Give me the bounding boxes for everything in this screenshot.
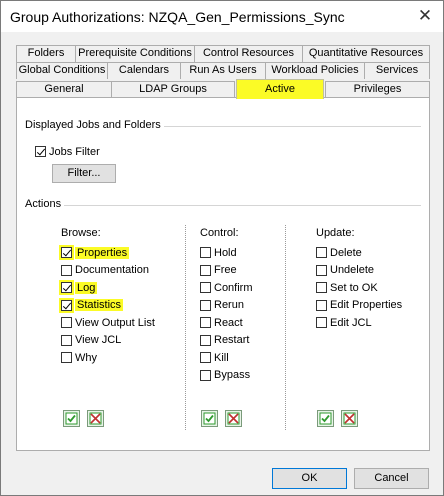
checkbox-icon[interactable]: [61, 317, 72, 328]
checkbox-icon[interactable]: [59, 245, 74, 260]
update-item-label: Set to OK: [330, 281, 378, 294]
checkbox-icon[interactable]: [200, 299, 211, 311]
jobs-filter-label: Jobs Filter: [49, 145, 100, 158]
control-item-label: Confirm: [214, 281, 253, 294]
tab-general[interactable]: General: [16, 81, 112, 98]
checkbox-icon[interactable]: [200, 247, 211, 258]
column-separator: [185, 225, 186, 430]
actions-group-divider: [25, 205, 421, 206]
tab-services[interactable]: Services: [364, 62, 430, 79]
control-item-label: React: [214, 316, 243, 329]
update-item-label: Edit JCL: [330, 316, 372, 329]
update-item[interactable]: Edit JCL: [316, 315, 372, 330]
browse-item-label: Properties: [75, 246, 130, 259]
checkbox-icon[interactable]: [61, 334, 72, 346]
jobs-filter-check-icon[interactable]: [35, 146, 46, 157]
window-title: Group Authorizations: NZQA_Gen_Permissio…: [10, 9, 345, 25]
tab-global-conditions[interactable]: Global Conditions: [16, 62, 108, 79]
checkbox-icon[interactable]: [200, 317, 211, 328]
update-item[interactable]: Set to OK: [316, 280, 378, 295]
tab-workload-policies[interactable]: Workload Policies: [265, 62, 365, 79]
browse-item-label: Why: [75, 351, 97, 364]
tab-privileges[interactable]: Privileges: [325, 81, 430, 98]
browse-item-label: Statistics: [75, 299, 124, 311]
control-item-label: Kill: [214, 351, 229, 364]
browse-item[interactable]: View Output List: [61, 315, 155, 330]
filter-button[interactable]: Filter...: [52, 164, 116, 183]
control-item[interactable]: Bypass: [200, 368, 250, 383]
update-item-label: Undelete: [330, 264, 375, 276]
jobs-filter-checkbox[interactable]: Jobs Filter: [35, 144, 100, 159]
checkbox-icon[interactable]: [61, 352, 72, 363]
actions-group-label: Actions: [25, 198, 65, 210]
tab-folders[interactable]: Folders: [16, 45, 76, 62]
ok-button[interactable]: OK: [272, 468, 347, 489]
tab-run-as-users[interactable]: Run As Users: [180, 62, 266, 79]
control-item-label: Hold: [214, 246, 237, 259]
control-item[interactable]: React: [200, 315, 243, 330]
control-item[interactable]: Rerun: [200, 298, 244, 313]
browse-header: Browse:: [61, 227, 101, 239]
browse-item[interactable]: Properties: [59, 245, 130, 260]
update-select-all-icon[interactable]: [317, 410, 334, 427]
tab-control-resources[interactable]: Control Resources: [194, 45, 303, 62]
browse-clear-all-icon[interactable]: [87, 410, 104, 427]
update-item[interactable]: Edit Properties: [316, 298, 402, 313]
control-item[interactable]: Free: [200, 263, 237, 278]
control-item[interactable]: Hold: [200, 245, 237, 260]
checkbox-icon[interactable]: [59, 297, 74, 313]
control-clear-all-icon[interactable]: [225, 410, 242, 427]
browse-item[interactable]: Documentation: [61, 263, 149, 278]
browse-item[interactable]: Why: [61, 350, 97, 365]
update-header: Update:: [316, 227, 355, 239]
checkbox-icon[interactable]: [59, 280, 74, 295]
control-item-label: Rerun: [214, 299, 244, 311]
control-item[interactable]: Confirm: [200, 280, 253, 295]
checkbox-icon[interactable]: [200, 282, 211, 293]
control-item-label: Restart: [214, 334, 250, 346]
browse-item[interactable]: Statistics: [59, 297, 124, 313]
displayed-group-label: Displayed Jobs and Folders: [25, 119, 164, 131]
control-item-label: Bypass: [214, 369, 251, 381]
checkbox-icon[interactable]: [316, 317, 327, 328]
checkbox-icon[interactable]: [200, 334, 211, 346]
update-item[interactable]: Delete: [316, 245, 362, 260]
browse-item[interactable]: Log: [59, 280, 98, 295]
column-separator: [285, 225, 286, 430]
checkbox-icon[interactable]: [200, 369, 211, 381]
update-item-label: Edit Properties: [330, 299, 403, 311]
tab-active[interactable]: Active: [236, 79, 324, 99]
cancel-button[interactable]: Cancel: [354, 468, 429, 489]
browse-item-label: View JCL: [75, 334, 122, 346]
control-header: Control:: [200, 227, 239, 239]
browse-item-label: Log: [75, 281, 98, 294]
tab-quantitative-resources[interactable]: Quantitative Resources: [302, 45, 430, 62]
checkbox-icon[interactable]: [61, 264, 72, 276]
control-item-label: Free: [214, 264, 237, 276]
control-select-all-icon[interactable]: [201, 410, 218, 427]
update-item-label: Delete: [330, 246, 362, 259]
update-clear-all-icon[interactable]: [341, 410, 358, 427]
close-icon[interactable]: ✕: [415, 6, 435, 26]
active-tab-panel: Displayed Jobs and Folders Jobs Filter F…: [16, 97, 430, 451]
update-item[interactable]: Undelete: [316, 263, 374, 278]
tab-ldap-groups[interactable]: LDAP Groups: [111, 81, 235, 98]
browse-item[interactable]: View JCL: [61, 333, 121, 348]
checkbox-icon[interactable]: [200, 352, 211, 363]
tab-calendars[interactable]: Calendars: [107, 62, 181, 79]
checkbox-icon[interactable]: [316, 264, 327, 276]
checkbox-icon[interactable]: [316, 247, 327, 258]
checkbox-icon[interactable]: [200, 264, 211, 276]
browse-select-all-icon[interactable]: [63, 410, 80, 427]
group-authorizations-dialog: Group Authorizations: NZQA_Gen_Permissio…: [0, 0, 444, 496]
control-item[interactable]: Restart: [200, 333, 249, 348]
browse-item-label: Documentation: [75, 264, 149, 276]
checkbox-icon[interactable]: [316, 299, 327, 311]
title-bar[interactable]: Group Authorizations: NZQA_Gen_Permissio…: [1, 1, 443, 32]
tab-prerequisite-conditions[interactable]: Prerequisite Conditions: [75, 45, 195, 62]
browse-item-label: View Output List: [75, 316, 155, 329]
checkbox-icon[interactable]: [316, 282, 327, 293]
control-item[interactable]: Kill: [200, 350, 229, 365]
